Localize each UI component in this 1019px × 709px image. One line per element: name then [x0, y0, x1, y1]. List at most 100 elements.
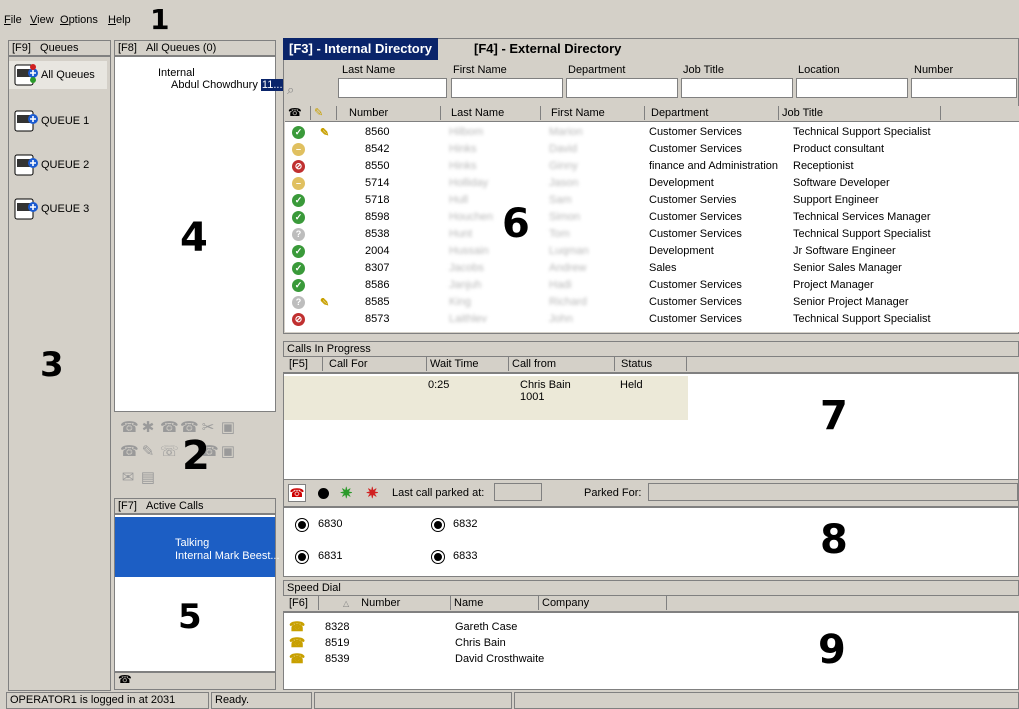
- orbit-6830[interactable]: 6830: [318, 518, 342, 530]
- queue-item[interactable]: QUEUE 2: [9, 151, 107, 179]
- col-speed-name[interactable]: Name: [451, 596, 539, 610]
- active-calls-tab-label: Active Calls: [146, 500, 204, 512]
- all-queues-tab-label: All Queues (0): [146, 42, 217, 54]
- search-location-input[interactable]: [796, 78, 908, 98]
- active-calls-tab[interactable]: [F7] Active Calls: [114, 498, 276, 514]
- orbit-6832[interactable]: 6832: [453, 518, 477, 530]
- table-row[interactable]: ✓ 5718 Hull Sam Customer Servies Support Engi…: [285, 192, 1019, 209]
- table-row[interactable]: ✓ 8586 Janjuh Hadi Customer Services Project …: [285, 277, 1019, 294]
- hold-icon[interactable]: ☎: [120, 444, 139, 460]
- orbit-green-icon[interactable]: ✷: [340, 484, 353, 502]
- orbit-red-icon[interactable]: ✷: [366, 484, 379, 502]
- table-row[interactable]: – 5714 Holliday Jason Development Software De…: [285, 175, 1019, 192]
- speed-dial-number[interactable]: 8519: [325, 637, 349, 649]
- speed-dial-icon[interactable]: ☎: [289, 652, 305, 666]
- queue-item[interactable]: QUEUE 3: [9, 195, 107, 223]
- queue-item[interactable]: QUEUE 1: [9, 107, 107, 135]
- menu-options[interactable]: Options: [60, 14, 98, 26]
- orbit-6831-icon[interactable]: [296, 551, 308, 563]
- transfer-icon[interactable]: ☎: [120, 420, 139, 436]
- tab-internal-directory[interactable]: [F3] - Internal Directory: [283, 38, 439, 60]
- cell-dept: Customer Services: [649, 313, 742, 325]
- park-call-icon[interactable]: ☎: [288, 484, 306, 502]
- note-icon[interactable]: ✎: [320, 126, 329, 139]
- cell-number: 5718: [365, 194, 390, 206]
- speed-dial-icon[interactable]: ☎: [289, 620, 305, 634]
- col-call-from[interactable]: Call from: [509, 357, 615, 371]
- call-wait-time: 0:25: [428, 379, 450, 391]
- table-row[interactable]: ? ✎ 8585 King Richard Customer Services Senior…: [285, 294, 1019, 311]
- intrude-icon[interactable]: ▣: [220, 420, 236, 436]
- col-wait-time[interactable]: Wait Time: [427, 357, 509, 371]
- col-speed-number[interactable]: △ Number: [319, 596, 451, 610]
- tab-external-directory[interactable]: [F4] - External Directory: [468, 38, 627, 60]
- orbit-6833-icon[interactable]: [432, 551, 444, 563]
- table-row[interactable]: ⊘ 8573 Laithlev John Customer Services Techni…: [285, 311, 1019, 328]
- table-row[interactable]: ✓ 8307 Jacobs Andrew Sales Senior Sales Manag…: [285, 260, 1019, 277]
- record-icon[interactable]: ✎: [140, 444, 156, 460]
- voicemail-icon[interactable]: ▣: [220, 444, 236, 460]
- dial-icon[interactable]: ☏: [160, 444, 179, 460]
- all-queues-tab[interactable]: [F8] All Queues (0): [114, 40, 276, 56]
- queued-call-item[interactable]: Abdul Chowdhury 11...: [171, 79, 284, 91]
- active-call-item[interactable]: Talking Internal Mark Beest...: [115, 517, 280, 577]
- col-department[interactable]: Department: [645, 106, 779, 120]
- search-last-name-input[interactable]: [338, 78, 447, 98]
- menu-help[interactable]: Help: [108, 14, 131, 26]
- orbit-6833[interactable]: 6833: [453, 550, 477, 562]
- email-icon[interactable]: ▤: [140, 470, 156, 486]
- search-department-input[interactable]: [566, 78, 678, 98]
- cell-dept: Customer Services: [649, 228, 742, 240]
- col-call-for[interactable]: Call For: [323, 357, 427, 371]
- col-f5[interactable]: [F5]: [283, 357, 323, 371]
- speed-dial-number[interactable]: 8328: [325, 621, 349, 633]
- col-first-name[interactable]: First Name: [541, 106, 645, 120]
- call-row[interactable]: 0:25 Chris Bain 1001 Held: [284, 376, 688, 420]
- table-row[interactable]: ✓ 8598 Houchen Simon Customer Services Techni…: [285, 209, 1019, 226]
- search-number-input[interactable]: [911, 78, 1017, 98]
- speed-dial-list: [283, 612, 1019, 690]
- search-last-name-label: Last Name: [342, 64, 396, 76]
- pickup-icon[interactable]: ☎: [160, 420, 179, 436]
- table-row[interactable]: ? 8538 Hunt Tom Customer Services Technical S…: [285, 226, 1019, 243]
- orbit-6831[interactable]: 6831: [318, 550, 342, 562]
- queues-tab[interactable]: [F9] Queues: [8, 40, 111, 56]
- col-status[interactable]: Status: [615, 357, 687, 371]
- orbit-6830-icon[interactable]: [296, 519, 308, 531]
- speed-dial-name[interactable]: David Crosthwaite: [455, 653, 544, 665]
- table-row[interactable]: ⊘ 8550 Hinks Ginny finance and Administratio…: [285, 158, 1019, 175]
- search-icon[interactable]: ⌕: [287, 82, 294, 98]
- speed-dial-number[interactable]: 8539: [325, 653, 349, 665]
- cell-last: Hunt: [449, 228, 473, 240]
- col-f6[interactable]: [F6]: [283, 596, 319, 610]
- queue-label: All Queues: [41, 69, 95, 81]
- notes-icon[interactable]: ✉: [120, 470, 136, 486]
- available-status-icon: ✓: [292, 194, 305, 207]
- col-last-name[interactable]: Last Name: [441, 106, 541, 120]
- col-phone-icon[interactable]: ☎: [285, 106, 311, 120]
- speed-dial-name[interactable]: Gareth Case: [455, 621, 517, 633]
- speed-dial-header: [F6] △ Number Name Company: [283, 596, 1019, 612]
- callout-8: 8: [820, 517, 848, 563]
- hangup-icon[interactable]: ✱: [140, 420, 156, 436]
- col-job-title[interactable]: Job Title: [779, 106, 941, 120]
- note-icon[interactable]: ✎: [320, 296, 329, 309]
- cell-dept: Development: [649, 245, 714, 257]
- cell-title: Senior Project Manager: [793, 296, 909, 308]
- speed-dial-name[interactable]: Chris Bain: [455, 637, 506, 649]
- col-number[interactable]: Number: [337, 106, 441, 120]
- queue-item[interactable]: All Queues: [9, 61, 107, 89]
- table-row[interactable]: ✓ 2004 Hussain Luqman Development Jr Software…: [285, 243, 1019, 260]
- active-calls-tab-key: [F7]: [118, 500, 137, 512]
- table-row[interactable]: ✓ ✎ 8560 Hilbom Marion Customer Services Techn…: [285, 124, 1019, 141]
- menu-view[interactable]: View: [30, 14, 54, 26]
- menu-file[interactable]: File: [4, 14, 22, 26]
- search-first-name-input[interactable]: [451, 78, 563, 98]
- col-speed-company[interactable]: Company: [539, 596, 667, 610]
- table-row[interactable]: – 8542 Hinks David Customer Services Product …: [285, 141, 1019, 158]
- col-note-icon[interactable]: ✎: [311, 106, 337, 120]
- orbit-black-icon[interactable]: [318, 488, 329, 499]
- orbit-6832-icon[interactable]: [432, 519, 444, 531]
- speed-dial-icon[interactable]: ☎: [289, 636, 305, 650]
- search-job-title-input[interactable]: [681, 78, 793, 98]
